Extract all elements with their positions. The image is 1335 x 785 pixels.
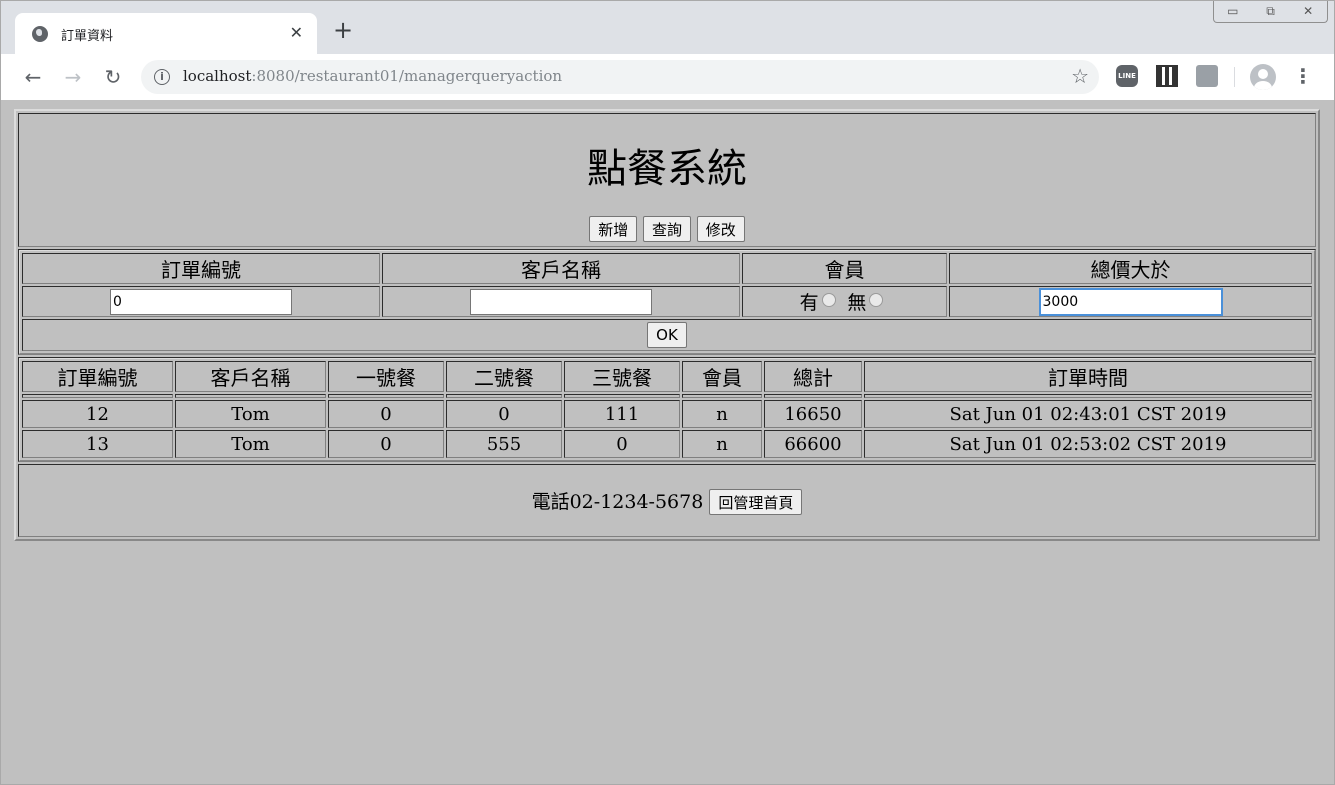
member-cell: 有 無	[742, 286, 947, 317]
query-form-cell: 訂單編號 客戶名稱 會員 總價大於 0 有 無 3000 OK	[18, 249, 1316, 355]
results-cell: 訂單編號 客戶名稱 一號餐 二號餐 三號餐 會員 總計 訂單時間 12 Tom …	[18, 357, 1316, 462]
order-id-cell	[22, 286, 380, 317]
footer-cell: 電話02-1234-5678 回管理首頁	[18, 464, 1316, 537]
col-meal-3: 三號餐	[564, 361, 680, 392]
customer-cell	[382, 286, 740, 317]
reload-button[interactable]: ↻	[99, 63, 127, 91]
col-meal-1: 一號餐	[328, 361, 444, 392]
phone-text: 電話02-1234-5678	[531, 490, 704, 513]
query-col-customer: 客戶名稱	[382, 253, 740, 284]
cell-meal-1: 0	[328, 430, 444, 458]
url-path: :8080/restaurant01/managerqueryaction	[251, 67, 563, 85]
cell-meal-2: 555	[446, 430, 562, 458]
browser-menu-icon[interactable]: ⋮	[1293, 63, 1313, 91]
table-row: 12 Tom 0 0 111 n 16650 Sat Jun 01 02:43:…	[22, 400, 1312, 428]
cell-member: n	[682, 400, 762, 428]
query-col-order-id: 訂單編號	[22, 253, 380, 284]
order-id-input[interactable]	[110, 288, 292, 315]
member-yes-radio[interactable]	[821, 293, 836, 307]
col-meal-2: 二號餐	[446, 361, 562, 392]
table-row: 13 Tom 0 555 0 n 66600 Sat Jun 01 02:53:…	[22, 430, 1312, 458]
col-order-time: 訂單時間	[864, 361, 1312, 392]
header-nav: 新增 查詢 修改	[19, 216, 1315, 242]
url-text[interactable]: localhost:8080/restaurant01/managerquery…	[183, 67, 562, 85]
tab-title: 訂單資料	[61, 29, 114, 44]
forward-button[interactable]: →	[59, 63, 87, 91]
page-title: 點餐系統	[587, 146, 747, 192]
restore-button[interactable]: ⧉	[1252, 1, 1290, 22]
new-tab-button[interactable]: +	[331, 18, 355, 43]
cell-order-time: Sat Jun 01 02:53:02 CST 2019	[864, 430, 1312, 458]
add-button[interactable]: 新增	[589, 216, 638, 242]
photo-extension-icon[interactable]	[1196, 65, 1218, 87]
query-form-table: 訂單編號 客戶名稱 會員 總價大於 0 有 無 3000 OK	[19, 250, 1315, 354]
cell-order-id: 13	[22, 430, 173, 458]
header-cell: 點餐系統 新增 查詢 修改	[18, 113, 1316, 247]
ok-cell: OK	[22, 319, 1312, 351]
col-customer: 客戶名稱	[175, 361, 326, 392]
window-controls: ▭ ⧉ ✕	[1213, 1, 1328, 23]
tab-close-icon[interactable]: ✕	[290, 23, 303, 43]
minimize-button[interactable]: ▭	[1214, 1, 1252, 22]
results-header-row: 訂單編號 客戶名稱 一號餐 二號餐 三號餐 會員 總計 訂單時間	[22, 361, 1312, 392]
cell-order-id: 12	[22, 400, 173, 428]
results-table: 訂單編號 客戶名稱 一號餐 二號餐 三號餐 會員 總計 訂單時間 12 Tom …	[19, 358, 1315, 461]
globe-icon	[32, 26, 48, 42]
address-bar[interactable]: i localhost:8080/restaurant01/managerque…	[141, 60, 1099, 94]
cell-customer: Tom	[175, 400, 326, 428]
member-no-label: 無	[847, 292, 867, 314]
bookmark-star-icon[interactable]: ☆	[1071, 64, 1089, 88]
edit-button[interactable]: 修改	[696, 216, 745, 242]
url-host: localhost	[183, 67, 252, 85]
customer-name-input[interactable]	[470, 288, 652, 315]
info-icon[interactable]: i	[154, 69, 170, 85]
ok-button[interactable]: OK	[647, 322, 687, 348]
line-extension-icon[interactable]: LINE	[1116, 65, 1138, 87]
layout-table: 點餐系統 新增 查詢 修改 訂單編號 客戶名稱 會員 總價大於 0 有 無 30…	[14, 109, 1320, 541]
qr-code-extension-icon[interactable]	[1156, 65, 1178, 87]
member-yes-label: 有	[799, 292, 819, 314]
cell-meal-3: 111	[564, 400, 680, 428]
toolbar-divider	[1234, 67, 1235, 87]
page-content: 點餐系統 新增 查詢 修改 訂單編號 客戶名稱 會員 總價大於 0 有 無 30…	[14, 109, 1320, 541]
back-to-admin-home-button[interactable]: 回管理首頁	[709, 488, 803, 515]
cell-meal-2: 0	[446, 400, 562, 428]
profile-avatar-icon[interactable]	[1250, 64, 1276, 90]
back-button[interactable]: ←	[19, 63, 47, 91]
cell-total: 66600	[764, 430, 862, 458]
cell-total: 16650	[764, 400, 862, 428]
cell-customer: Tom	[175, 430, 326, 458]
col-total: 總計	[764, 361, 862, 392]
col-order-id: 訂單編號	[22, 361, 173, 392]
browser-tab[interactable]: 訂單資料 ✕	[15, 13, 317, 55]
cell-order-time: Sat Jun 01 02:43:01 CST 2019	[864, 400, 1312, 428]
total-greater-than-input[interactable]	[1039, 288, 1222, 315]
cell-meal-1: 0	[328, 400, 444, 428]
results-spacer-row	[22, 394, 1312, 398]
window-close-button[interactable]: ✕	[1289, 1, 1327, 22]
member-no-radio[interactable]	[869, 293, 884, 307]
query-col-member: 會員	[742, 253, 947, 284]
query-button[interactable]: 查詢	[642, 216, 691, 242]
total-cell	[949, 286, 1312, 317]
browser-tab-strip: 訂單資料 ✕ + ▭ ⧉ ✕	[0, 0, 1335, 55]
query-col-total: 總價大於	[949, 253, 1312, 284]
col-member: 會員	[682, 361, 762, 392]
cell-meal-3: 0	[564, 430, 680, 458]
cell-member: n	[682, 430, 762, 458]
browser-toolbar: ← → ↻ i localhost:8080/restaurant01/mana…	[0, 54, 1335, 100]
